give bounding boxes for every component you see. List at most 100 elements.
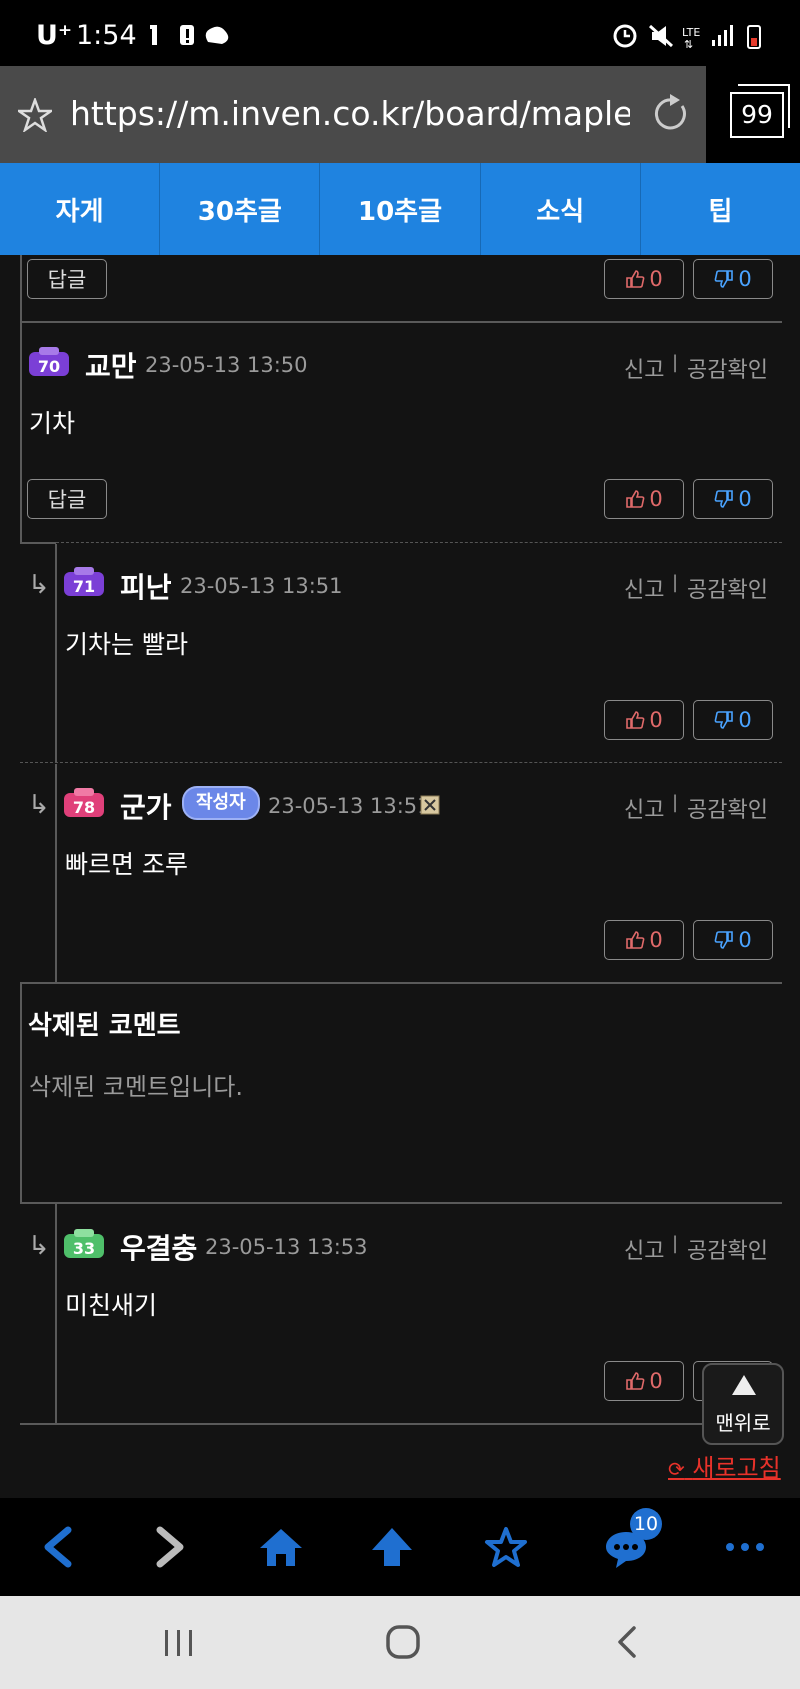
tab-free-board[interactable]: 자게 <box>0 163 161 255</box>
system-back-icon[interactable] <box>612 1624 642 1660</box>
like-button[interactable]: 0 <box>604 479 684 519</box>
home-icon[interactable] <box>258 1526 304 1568</box>
back-icon[interactable] <box>38 1526 78 1568</box>
divider <box>20 984 22 1202</box>
author-badge: 작성자 <box>182 786 260 820</box>
empathy-check-link[interactable]: 공감확인 <box>687 572 768 604</box>
comment-text: 미친새기 <box>65 1291 158 1320</box>
recent-apps-icon[interactable] <box>162 1626 196 1660</box>
tab-10-recommended[interactable]: 10추글 <box>320 163 481 255</box>
thumbs-down-icon <box>714 931 734 949</box>
tab-news[interactable]: 소식 <box>481 163 641 255</box>
comment-author[interactable]: 군가 <box>120 786 172 826</box>
divider <box>20 321 782 323</box>
favorite-star-icon[interactable] <box>484 1526 528 1568</box>
separator: | <box>672 572 679 593</box>
svg-text:33: 33 <box>73 1239 95 1258</box>
home-button-icon[interactable] <box>385 1624 421 1660</box>
thumbs-up-icon <box>626 490 645 508</box>
clock: 1:54 <box>76 20 137 51</box>
level-badge-icon: 71 <box>64 567 104 596</box>
delete-icon[interactable] <box>420 795 440 815</box>
dislike-button[interactable]: 0 <box>693 920 773 960</box>
level-badge-icon: 70 <box>29 347 69 376</box>
svg-text:⇅: ⇅ <box>684 38 693 50</box>
divider <box>20 762 782 763</box>
refresh-label: 새로고침 <box>692 1454 781 1482</box>
comment-date: 23-05-13 13:50 <box>145 353 308 377</box>
system-nav-bar <box>0 1596 800 1689</box>
report-link[interactable]: 신고 <box>624 572 664 604</box>
empathy-check-link[interactable]: 공감확인 <box>687 792 768 824</box>
dislike-count: 0 <box>738 267 752 291</box>
like-button[interactable]: 0 <box>604 700 684 740</box>
like-count: 0 <box>649 267 663 291</box>
reply-button[interactable]: 답글 <box>27 479 107 519</box>
report-link[interactable]: 신고 <box>624 352 664 384</box>
divider <box>20 982 782 984</box>
thumbs-up-icon <box>626 270 645 288</box>
comment-text: 빠르면 조루 <box>65 850 188 879</box>
thumbs-down-icon <box>714 270 734 288</box>
like-button[interactable]: 0 <box>604 920 684 960</box>
tab-30-recommended[interactable]: 30추글 <box>160 163 321 255</box>
empathy-check-link[interactable]: 공감확인 <box>687 352 768 384</box>
tab-count: 99 <box>730 84 790 138</box>
like-count: 0 <box>649 1369 663 1393</box>
divider <box>20 255 22 321</box>
comment-date: 23-05-13 13:51 <box>180 574 343 598</box>
status-bar: U⁺ 1:54 LTE ⇅ <box>0 0 800 66</box>
carrier: U⁺ <box>36 20 73 51</box>
dislike-button[interactable]: 0 <box>693 259 773 299</box>
tab-tips[interactable]: 팁 <box>641 163 800 255</box>
scroll-to-top-button[interactable]: 맨위로 <box>702 1363 784 1445</box>
comment-author[interactable]: 교만 <box>85 345 137 385</box>
comment-date: 23-05-13 13:51 <box>268 794 431 818</box>
comment-text: 기차 <box>29 409 76 438</box>
deleted-comment-title: 삭제된 코멘트 <box>28 1011 181 1041</box>
report-link[interactable]: 신고 <box>624 1233 664 1265</box>
separator: | <box>672 792 679 813</box>
url-text[interactable]: https://m.inven.co.kr/board/maple/... <box>70 94 630 133</box>
reply-arrow: ↳ <box>28 1231 50 1261</box>
address-bar[interactable]: https://m.inven.co.kr/board/maple/... <box>0 66 706 163</box>
reply-button[interactable]: 답글 <box>27 259 107 299</box>
svg-text:71: 71 <box>73 577 95 596</box>
divider <box>55 1204 57 1424</box>
dislike-button[interactable]: 0 <box>693 479 773 519</box>
dislike-button[interactable]: 0 <box>693 700 773 740</box>
report-link[interactable]: 신고 <box>624 792 664 824</box>
system-status-icons: LTE⇅ <box>613 24 761 50</box>
thumbs-up-icon <box>626 1372 645 1390</box>
dislike-count: 0 <box>738 708 752 732</box>
forward-icon[interactable] <box>150 1526 190 1568</box>
notification-icons <box>150 25 229 45</box>
like-button[interactable]: 0 <box>604 1361 684 1401</box>
bookmark-star-icon[interactable] <box>18 98 52 132</box>
category-tabs: 자게 30추글 10추글 소식 팁 <box>0 163 800 255</box>
comment-author[interactable]: 피난 <box>120 566 172 606</box>
comment-date: 23-05-13 13:53 <box>205 1235 368 1259</box>
scroll-to-top-label: 맨위로 <box>715 1411 771 1435</box>
reload-icon[interactable] <box>652 94 692 134</box>
divider <box>55 764 57 982</box>
more-icon[interactable] <box>722 1526 768 1568</box>
refresh-link[interactable]: ⟳ 새로고침 <box>668 1448 781 1483</box>
reply-arrow: ↳ <box>28 570 50 600</box>
reply-arrow: ↳ <box>28 790 50 820</box>
thumbs-up-icon <box>626 931 645 949</box>
divider <box>20 323 22 542</box>
browser-bottom-nav: 10 <box>0 1498 800 1596</box>
svg-text:70: 70 <box>38 357 60 376</box>
tabs-button[interactable]: 99 <box>706 66 800 163</box>
like-button[interactable]: 0 <box>604 259 684 299</box>
scroll-up-icon[interactable] <box>370 1526 414 1568</box>
like-count: 0 <box>649 928 663 952</box>
divider <box>20 1202 782 1204</box>
dislike-count: 0 <box>738 487 752 511</box>
divider <box>55 544 57 762</box>
comment-author[interactable]: 우결충 <box>120 1227 197 1267</box>
chat-count-badge: 10 <box>630 1508 662 1540</box>
empathy-check-link[interactable]: 공감확인 <box>687 1233 768 1265</box>
thumbs-down-icon <box>714 490 734 508</box>
